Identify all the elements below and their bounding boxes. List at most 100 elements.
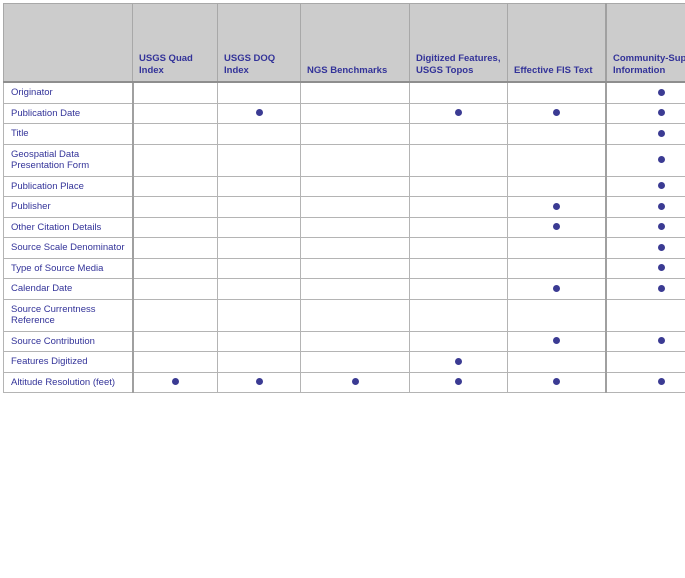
matrix-table: USGS Quad Index USGS DOQ Index NGS Benchma… <box>3 3 685 393</box>
table-row: Source Contribution <box>3 330 685 352</box>
cell-ngs-benchmarks <box>300 351 410 373</box>
cell-usgs-doq-index <box>217 278 301 300</box>
cell-digitized-features-usgs-topos <box>409 237 508 259</box>
cell-usgs-quad-index <box>132 298 218 332</box>
cell-effective-fis-text <box>507 81 607 104</box>
cell-usgs-quad-index <box>132 278 218 300</box>
cell-community-supplied-information <box>605 237 685 259</box>
cell-effective-fis-text <box>507 330 607 352</box>
cell-digitized-features-usgs-topos <box>409 330 508 352</box>
cell-ngs-benchmarks <box>300 216 410 238</box>
cell-community-supplied-information <box>605 298 685 332</box>
cell-effective-fis-text <box>507 216 607 238</box>
table-row: Features Digitized <box>3 351 685 373</box>
filled-circle-icon <box>553 202 560 210</box>
cell-ngs-benchmarks <box>300 298 410 332</box>
cell-usgs-doq-index <box>217 175 301 197</box>
row-header-label: Source Scale Denominator <box>3 237 134 259</box>
cell-ngs-benchmarks <box>300 257 410 279</box>
filled-circle-icon <box>553 284 560 292</box>
cell-ngs-benchmarks <box>300 81 410 104</box>
cell-community-supplied-information <box>605 257 685 279</box>
filled-circle-icon <box>657 129 665 137</box>
cell-usgs-quad-index <box>132 237 218 259</box>
cell-usgs-quad-index <box>132 257 218 279</box>
filled-circle-icon <box>351 378 359 386</box>
column-header-community-supplied-information: Community-Supplied Information <box>605 3 685 83</box>
cell-community-supplied-information <box>605 351 685 373</box>
cell-effective-fis-text <box>507 196 607 218</box>
cell-usgs-doq-index <box>217 351 301 373</box>
table-row: Publication Date <box>3 102 685 124</box>
filled-circle-icon <box>455 357 462 365</box>
cell-usgs-doq-index <box>217 298 301 332</box>
cell-usgs-doq-index <box>217 123 301 145</box>
cell-community-supplied-information <box>605 102 685 124</box>
cell-usgs-quad-index <box>132 175 218 197</box>
cell-community-supplied-information <box>605 81 685 104</box>
cell-digitized-features-usgs-topos <box>409 143 508 177</box>
filled-circle-icon <box>657 156 665 164</box>
metadata-source-matrix: USGS Quad Index USGS DOQ Index NGS Benchma… <box>3 3 685 393</box>
column-header-digitized-features-usgs-topos: Digitized Features, USGS Topos <box>409 3 508 83</box>
cell-ngs-benchmarks <box>300 196 410 218</box>
cell-community-supplied-information <box>605 143 685 177</box>
filled-circle-icon <box>657 264 665 272</box>
cell-community-supplied-information <box>605 278 685 300</box>
table-row: Other Citation Details <box>3 216 685 238</box>
cell-usgs-quad-index <box>132 102 218 124</box>
cell-usgs-doq-index <box>217 81 301 104</box>
filled-circle-icon <box>171 378 179 386</box>
cell-ngs-benchmarks <box>300 143 410 177</box>
row-header-label: Publication Place <box>3 175 134 197</box>
filled-circle-icon <box>657 202 665 210</box>
cell-digitized-features-usgs-topos <box>409 102 508 124</box>
cell-usgs-quad-index <box>132 351 218 373</box>
filled-circle-icon <box>657 109 665 117</box>
row-header-label: Other Citation Details <box>3 216 134 238</box>
cell-digitized-features-usgs-topos <box>409 371 508 393</box>
filled-circle-icon <box>255 109 263 117</box>
cell-digitized-features-usgs-topos <box>409 351 508 373</box>
cell-ngs-benchmarks <box>300 175 410 197</box>
cell-ngs-benchmarks <box>300 278 410 300</box>
matrix-table-body: Originator Publication Date Title Geospatia… <box>3 81 685 393</box>
table-row: Source Currentness Reference <box>3 298 685 332</box>
table-row: Type of Source Media <box>3 257 685 279</box>
cell-effective-fis-text <box>507 123 607 145</box>
cell-community-supplied-information <box>605 123 685 145</box>
cell-ngs-benchmarks <box>300 330 410 352</box>
cell-usgs-doq-index <box>217 257 301 279</box>
cell-digitized-features-usgs-topos <box>409 278 508 300</box>
matrix-table-header: USGS Quad Index USGS DOQ Index NGS Benchma… <box>3 3 685 83</box>
cell-usgs-quad-index <box>132 216 218 238</box>
cell-community-supplied-information <box>605 196 685 218</box>
cell-digitized-features-usgs-topos <box>409 216 508 238</box>
cell-ngs-benchmarks <box>300 237 410 259</box>
cell-digitized-features-usgs-topos <box>409 81 508 104</box>
cell-ngs-benchmarks <box>300 102 410 124</box>
table-row: Title <box>3 123 685 145</box>
cell-digitized-features-usgs-topos <box>409 123 508 145</box>
cell-usgs-doq-index <box>217 216 301 238</box>
filled-circle-icon <box>657 337 665 345</box>
filled-circle-icon <box>255 378 263 386</box>
row-header-label: Originator <box>3 81 134 104</box>
cell-usgs-quad-index <box>132 81 218 104</box>
row-header-label: Source Contribution <box>3 330 134 352</box>
filled-circle-icon <box>657 243 665 251</box>
cell-usgs-doq-index <box>217 196 301 218</box>
cell-community-supplied-information <box>605 371 685 393</box>
table-row: Originator <box>3 81 685 104</box>
filled-circle-icon <box>455 109 462 117</box>
cell-effective-fis-text <box>507 351 607 373</box>
cell-digitized-features-usgs-topos <box>409 257 508 279</box>
column-header-usgs-doq-index: USGS DOQ Index <box>217 3 301 83</box>
row-header-label: Publication Date <box>3 102 134 124</box>
cell-effective-fis-text <box>507 237 607 259</box>
filled-circle-icon <box>657 378 665 386</box>
cell-effective-fis-text <box>507 298 607 332</box>
table-row: Calendar Date <box>3 278 685 300</box>
cell-usgs-doq-index <box>217 143 301 177</box>
row-header-label: Title <box>3 123 134 145</box>
